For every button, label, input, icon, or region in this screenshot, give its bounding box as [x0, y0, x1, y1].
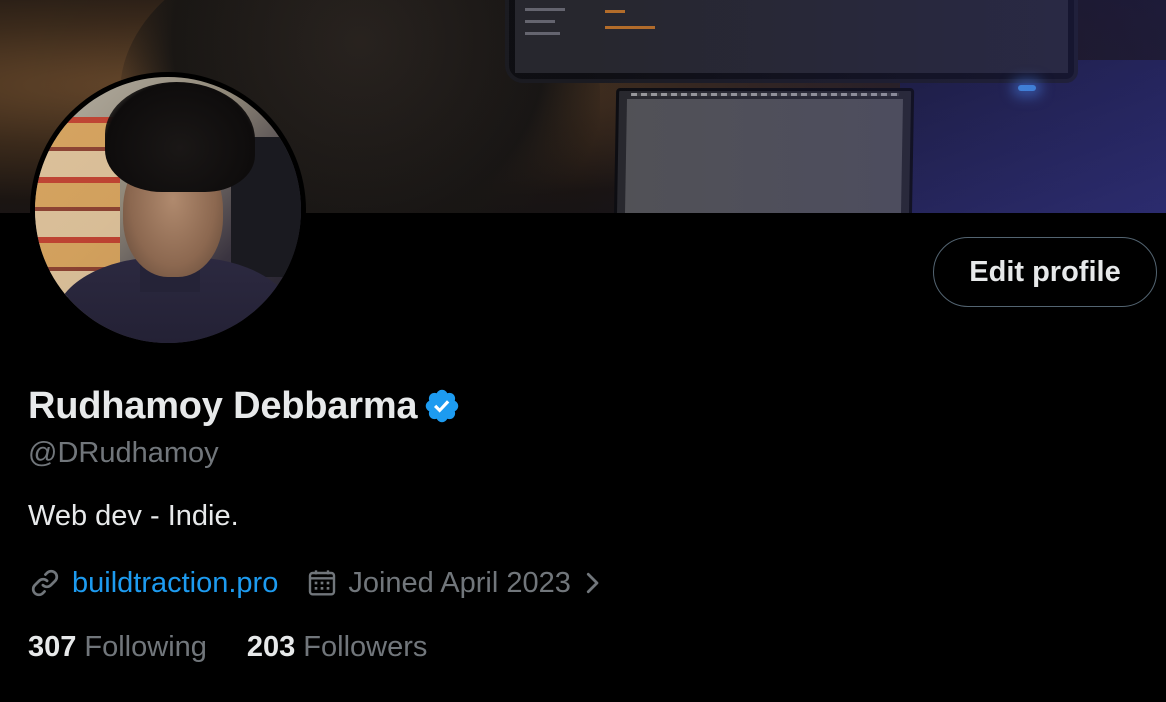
- calendar-icon: [306, 567, 338, 599]
- chevron-right-icon[interactable]: [581, 568, 603, 598]
- profile-stats: 307 Following 203 Followers: [28, 626, 427, 668]
- verified-badge-icon[interactable]: [423, 387, 461, 425]
- edit-profile-button[interactable]: Edit profile: [933, 237, 1157, 307]
- profile-name-row: Rudhamoy Debbarma: [28, 381, 461, 431]
- followers-label: Followers: [303, 630, 428, 663]
- display-name: Rudhamoy Debbarma: [28, 384, 418, 427]
- profile-meta-row: buildtraction.pro Joined April 2023: [28, 561, 603, 605]
- profile-handle: @DRudhamoy: [28, 437, 219, 469]
- link-icon: [28, 566, 62, 600]
- website-link[interactable]: buildtraction.pro: [72, 567, 278, 600]
- following-count: 307: [28, 630, 77, 663]
- following-label: Following: [84, 630, 207, 663]
- followers-count: 203: [246, 630, 296, 663]
- profile-bio: Web dev - Indie.: [28, 500, 239, 532]
- profile-avatar[interactable]: [30, 72, 306, 348]
- followers-stat[interactable]: 203 Followers: [247, 631, 427, 664]
- following-stat[interactable]: 307 Following: [28, 631, 207, 664]
- joined-date: Joined April 2023: [348, 566, 571, 599]
